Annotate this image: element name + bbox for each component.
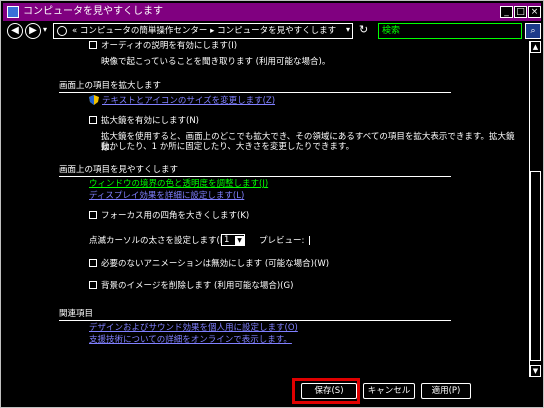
link-text-size[interactable]: テキストとアイコンのサイズを変更します(Z) bbox=[102, 96, 275, 106]
animations-checkbox[interactable] bbox=[89, 259, 97, 267]
back-button[interactable]: ◀ bbox=[7, 23, 23, 39]
search-placeholder: 検索 bbox=[382, 26, 401, 36]
address-path: « コンピュータの簡単操作センター ▸ コンピュータを見やすくします bbox=[72, 26, 337, 36]
magnifier-label: 拡大鏡を有効にします(N) bbox=[101, 116, 199, 126]
link-design-sound[interactable]: デザインおよびサウンド効果を個人用に設定します(O) bbox=[89, 323, 298, 333]
title-bar: コンピュータを見やすくします _ □ × bbox=[3, 3, 541, 21]
cancel-button[interactable]: キャンセル bbox=[363, 383, 415, 399]
background-checkbox[interactable] bbox=[89, 281, 97, 289]
cursor-preview bbox=[309, 236, 310, 245]
apply-button[interactable]: 適用(P) bbox=[421, 383, 471, 399]
refresh-icon[interactable]: ↻ bbox=[359, 24, 368, 36]
chevron-down-icon: ▼ bbox=[235, 236, 244, 245]
focus-rect-label: フォーカス用の四角を大きくします(K) bbox=[101, 211, 250, 221]
link-window-color[interactable]: ウィンドウの境界の色と透明度を調整します(J) bbox=[89, 179, 268, 189]
save-highlight-box bbox=[292, 378, 360, 404]
section-divider bbox=[59, 320, 451, 321]
address-toolbar: ◀ ▶ ▾ « コンピュータの簡単操作センター ▸ コンピュータを見やすくします… bbox=[3, 21, 541, 41]
background-label: 背景のイメージを削除します (利用可能な場合)(G) bbox=[101, 281, 294, 291]
link-support[interactable]: 支援技術についての詳細をオンラインで表示します。 bbox=[89, 335, 292, 345]
magnifier-checkbox[interactable] bbox=[89, 116, 97, 124]
cursor-width-value: 1 bbox=[224, 235, 230, 245]
history-dropdown-icon[interactable]: ▾ bbox=[43, 25, 47, 34]
maximize-button[interactable]: □ bbox=[514, 6, 527, 18]
audio-description-checkbox[interactable] bbox=[89, 41, 97, 49]
link-display-effects[interactable]: ディスプレイ効果を詳細に設定します(L) bbox=[89, 191, 244, 201]
preview-label: プレビュー: bbox=[259, 236, 305, 246]
address-field[interactable]: « コンピュータの簡単操作センター ▸ コンピュータを見やすくします ▾ bbox=[53, 23, 353, 39]
forward-button[interactable]: ▶ bbox=[25, 23, 41, 39]
search-icon[interactable]: ⌕ bbox=[525, 23, 541, 39]
vertical-scrollbar[interactable]: ▲ ▼ bbox=[529, 41, 541, 377]
control-panel-icon bbox=[57, 26, 67, 36]
scrollbar-thumb[interactable] bbox=[530, 171, 541, 361]
section-divider bbox=[59, 176, 451, 177]
settings-content: オーディオの説明を有効にします(I) 映像で起こっていることを聞き取ります (利… bbox=[3, 41, 528, 377]
cursor-width-label: 点滅カーソルの太さを設定します(B): bbox=[89, 236, 232, 246]
focus-rect-checkbox[interactable] bbox=[89, 211, 97, 219]
close-button[interactable]: × bbox=[528, 6, 541, 18]
section-enlarge-header: 画面上の項目を拡大します bbox=[59, 81, 162, 91]
section-visibility-header: 画面上の項目を見やすくします bbox=[59, 165, 179, 175]
cursor-width-select[interactable]: 1 ▼ bbox=[221, 234, 245, 246]
window-icon bbox=[7, 6, 19, 18]
audio-description-label: オーディオの説明を有効にします(I) bbox=[101, 41, 238, 51]
section-divider bbox=[59, 92, 451, 93]
address-dropdown-icon[interactable]: ▾ bbox=[346, 25, 350, 34]
button-bar: 保存(S) キャンセル 適用(P) bbox=[3, 377, 541, 405]
scroll-up-icon[interactable]: ▲ bbox=[530, 41, 541, 53]
window: コンピュータを見やすくします _ □ × ◀ ▶ ▾ « コンピュータの簡単操作… bbox=[0, 0, 544, 408]
magnifier-desc-line2: 動かしたり、1 か所に固定したり、大きさを変更したりできます。 bbox=[101, 142, 355, 152]
window-title: コンピュータを見やすくします bbox=[23, 6, 163, 17]
section-related-header: 関連項目 bbox=[59, 309, 94, 319]
shield-icon bbox=[89, 95, 99, 105]
minimize-button[interactable]: _ bbox=[500, 6, 513, 18]
search-input[interactable]: 検索 bbox=[378, 23, 522, 39]
scroll-down-icon[interactable]: ▼ bbox=[530, 365, 541, 377]
audio-description-desc: 映像で起こっていることを聞き取ります (利用可能な場合)。 bbox=[101, 57, 331, 67]
animations-label: 必要のないアニメーションは無効にします (可能な場合)(W) bbox=[101, 259, 330, 269]
